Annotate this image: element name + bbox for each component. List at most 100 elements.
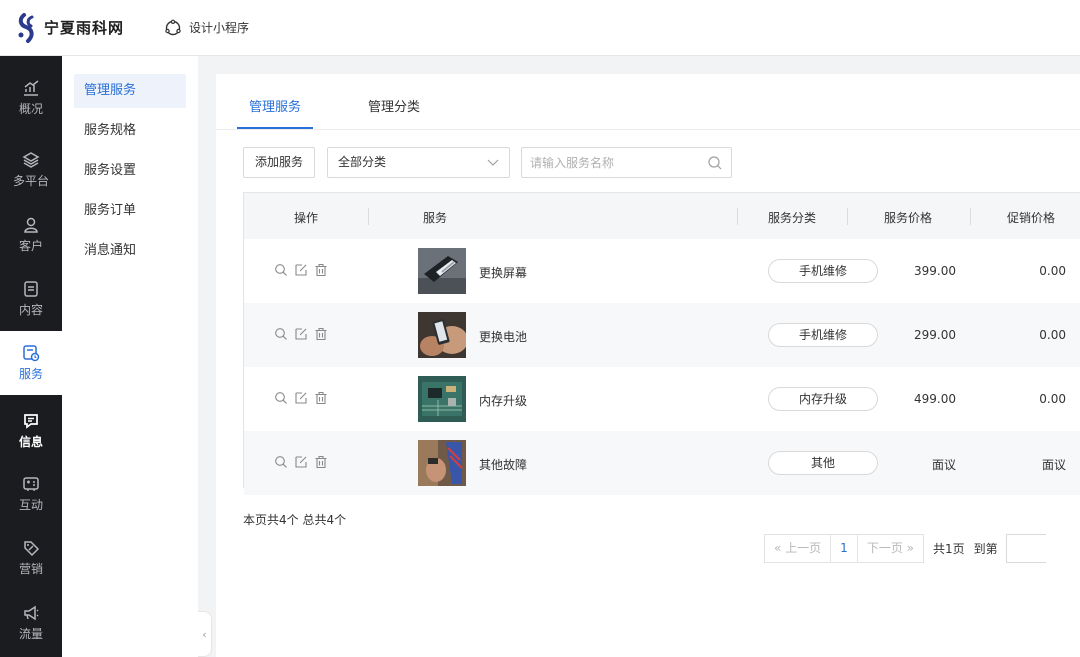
category-tag: 手机维修	[768, 259, 878, 283]
view-icon[interactable]	[274, 391, 288, 405]
nav-label: 互动	[18, 498, 43, 512]
collapse-sidebar-button[interactable]: ‹	[198, 611, 212, 657]
service-thumbnail	[418, 248, 466, 294]
goto-page-input[interactable]	[1005, 534, 1046, 563]
nav-item-overview[interactable]: 概况	[0, 66, 62, 130]
edit-icon[interactable]	[294, 327, 308, 341]
service-name[interactable]: 更换电池	[479, 328, 527, 345]
nav-item-marketing[interactable]: 营销	[0, 526, 62, 590]
service-name[interactable]: 内存升级	[479, 392, 527, 409]
subnav-item-manage-service[interactable]: 管理服务	[74, 74, 186, 108]
header-divider	[847, 208, 848, 225]
row-actions	[274, 263, 334, 277]
delete-icon[interactable]	[314, 455, 328, 469]
brand-name: 宁夏雨科网	[44, 19, 125, 37]
main-card: 管理服务 管理分类 添加服务 全部分类 操作 服务 服务分类 服务价格 促销价格	[216, 74, 1080, 657]
design-link-label: 设计小程序	[189, 21, 250, 35]
total-pages-text: 共1页	[932, 542, 965, 556]
document-icon	[24, 281, 38, 297]
chevron-down-icon	[487, 159, 499, 166]
header-service: 服务	[423, 211, 448, 225]
service-thumbnail	[418, 440, 466, 486]
service-thumbnail	[418, 312, 466, 358]
view-icon[interactable]	[274, 327, 288, 341]
edit-icon[interactable]	[294, 391, 308, 405]
view-icon[interactable]	[274, 455, 288, 469]
promo-price: 0.00	[1039, 392, 1066, 406]
edit-icon[interactable]	[294, 455, 308, 469]
search-icon[interactable]	[707, 155, 723, 171]
nav-item-interact[interactable]: 互动	[0, 462, 62, 526]
nav-item-multiplatform[interactable]: 多平台	[0, 138, 62, 202]
tab-manage-category[interactable]: 管理分类	[368, 96, 420, 115]
nav-label: 服务	[18, 367, 43, 381]
user-icon	[24, 217, 38, 233]
subnav-item-service-spec[interactable]: 服务规格	[74, 114, 186, 148]
table-row: 内存升级 内存升级 499.00 0.00	[244, 367, 1080, 431]
brand-logo[interactable]: 宁夏雨科网	[16, 12, 125, 43]
add-service-button[interactable]: 添加服务	[243, 147, 315, 178]
top-header: 宁夏雨科网 设计小程序	[0, 0, 1080, 56]
delete-icon[interactable]	[314, 391, 328, 405]
nav-label: 营销	[18, 562, 43, 576]
nav-label: 概况	[18, 102, 43, 116]
delete-icon[interactable]	[314, 327, 328, 341]
message-icon	[24, 414, 38, 429]
category-select[interactable]: 全部分类	[327, 147, 510, 178]
nav-item-message[interactable]: 信息	[0, 399, 62, 463]
category-tag: 其他	[768, 451, 878, 475]
row-actions	[274, 391, 334, 405]
layers-icon	[22, 152, 40, 168]
chevron-left-icon: ‹	[202, 627, 207, 641]
table-header: 操作 服务 服务分类 服务价格 促销价格	[244, 193, 1080, 239]
interact-icon	[23, 477, 39, 491]
subnav-item-service-orders[interactable]: 服务订单	[74, 194, 186, 228]
miniprogram-icon	[165, 19, 181, 35]
nav-item-traffic[interactable]: 流量	[0, 591, 62, 655]
service-icon	[23, 345, 40, 362]
design-miniprogram-link[interactable]: 设计小程序	[164, 19, 249, 37]
header-promo-price: 促销价格	[1007, 211, 1056, 225]
main-nav: 概况 多平台 客户 内容 服务 信息 互动 营销 流量	[0, 56, 62, 657]
delete-icon[interactable]	[314, 263, 328, 277]
nav-label: 客户	[18, 239, 43, 253]
service-price: 299.00	[914, 328, 956, 342]
page-number-button[interactable]: 1	[830, 534, 858, 563]
nav-label: 内容	[18, 303, 43, 317]
view-icon[interactable]	[274, 263, 288, 277]
tab-bar: 管理服务 管理分类	[216, 74, 1080, 130]
pagination: « 上一页 1 下一页 » 共1页 到第	[764, 534, 1046, 563]
category-select-value: 全部分类	[338, 155, 387, 169]
goto-label: 到第	[973, 542, 998, 556]
total-count-text: 总共4个	[302, 513, 347, 527]
logo-icon	[16, 12, 42, 43]
service-name[interactable]: 其他故障	[479, 456, 527, 473]
header-divider	[368, 208, 369, 225]
nav-item-content[interactable]: 内容	[0, 267, 62, 331]
active-tab-indicator	[237, 127, 313, 129]
edit-icon[interactable]	[294, 263, 308, 277]
megaphone-icon	[24, 605, 39, 621]
table-summary: 本页共4个 总共4个	[243, 511, 346, 528]
promo-price: 面议	[1041, 458, 1066, 472]
service-price: 面议	[931, 458, 956, 472]
header-price: 服务价格	[884, 211, 933, 225]
category-tag: 内存升级	[768, 387, 878, 411]
page-count-text: 本页共4个	[243, 513, 299, 527]
nav-item-service[interactable]: 服务	[0, 331, 62, 395]
prev-page-button[interactable]: « 上一页	[764, 534, 832, 563]
table-row: 更换电池 手机维修 299.00 0.00	[244, 303, 1080, 367]
next-page-button[interactable]: 下一页 »	[856, 534, 924, 563]
row-actions	[274, 327, 334, 341]
search-box	[521, 147, 732, 178]
service-price: 499.00	[914, 392, 956, 406]
subnav-item-service-settings[interactable]: 服务设置	[74, 154, 186, 188]
service-name[interactable]: 更换屏幕	[479, 264, 527, 281]
header-category: 服务分类	[768, 211, 817, 225]
tab-manage-service[interactable]: 管理服务	[249, 96, 301, 115]
search-input[interactable]	[530, 148, 700, 177]
service-price: 399.00	[914, 264, 956, 278]
header-divider	[970, 208, 971, 225]
subnav-item-notifications[interactable]: 消息通知	[74, 234, 186, 268]
nav-item-customer[interactable]: 客户	[0, 203, 62, 267]
